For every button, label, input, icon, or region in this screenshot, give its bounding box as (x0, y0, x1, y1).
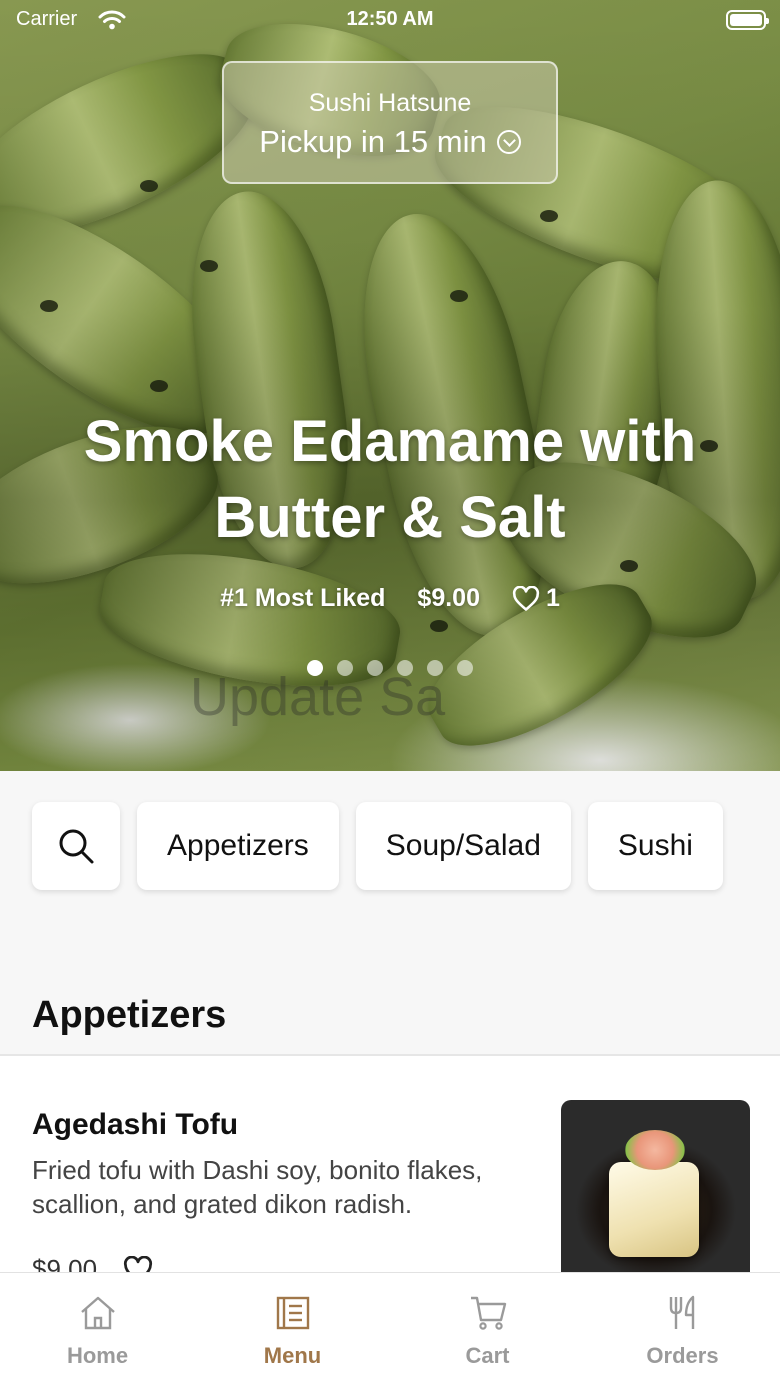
category-chip-soup-salad[interactable]: Soup/Salad (355, 802, 571, 890)
pickup-time-row: Pickup in 15 min (224, 124, 556, 160)
tab-menu[interactable]: Menu (195, 1273, 390, 1387)
category-bar: Appetizers Soup/Salad Sushi (32, 802, 723, 890)
tab-label: Orders (646, 1343, 719, 1368)
restaurant-name: Sushi Hatsune (308, 89, 472, 117)
tab-label: Menu (263, 1343, 322, 1368)
battery-icon (726, 10, 769, 30)
tab-label: Cart (465, 1343, 510, 1368)
menu-item-name: Agedashi Tofu (32, 1108, 239, 1141)
pickup-time: Pickup in 15 min (259, 124, 487, 159)
utensils-icon (669, 1295, 694, 1329)
menu-item-image (561, 1100, 750, 1290)
tab-home[interactable]: Home (0, 1273, 195, 1387)
home-icon (80, 1296, 115, 1330)
heart-icon (512, 585, 540, 611)
status-bar: Carrier 12:50 AM (0, 0, 780, 40)
carousel-dot[interactable] (397, 660, 413, 676)
tab-orders[interactable]: Orders (585, 1273, 780, 1387)
chevron-down-circle-icon (496, 130, 521, 154)
hero-title: Smoke Edamame with Butter & Salt (83, 409, 697, 550)
hero-meta: #1 Most Liked $9.00 1 (0, 584, 780, 613)
tab-bar: Home Menu Cart Orders (0, 1272, 780, 1387)
search-icon (59, 829, 94, 864)
category-chip-sushi[interactable]: Sushi (587, 802, 723, 890)
tab-label: Home (66, 1343, 129, 1368)
carousel-dot[interactable] (427, 660, 443, 676)
pickup-selector[interactable]: Sushi Hatsune Pickup in 15 min (222, 61, 558, 184)
hero-likes-count: 1 (545, 584, 560, 612)
status-time: 12:50 AM (346, 8, 434, 30)
carousel-dot[interactable] (367, 660, 383, 676)
menu-icon (276, 1296, 309, 1330)
hero-price: $9.00 (417, 584, 480, 612)
most-liked-badge: #1 Most Liked (220, 584, 386, 612)
section-title: Appetizers (32, 994, 227, 1036)
menu-item-description: Fried tofu with Dashi soy, bonito flakes… (32, 1155, 483, 1219)
carousel-dot[interactable] (337, 660, 353, 676)
hero-likes[interactable]: 1 (512, 584, 560, 613)
search-button[interactable] (32, 802, 120, 890)
carousel-dot[interactable] (457, 660, 473, 676)
carousel-dots[interactable] (0, 660, 780, 676)
category-chip-appetizers[interactable]: Appetizers (137, 802, 339, 890)
cart-icon (470, 1296, 506, 1330)
carousel-dot[interactable] (307, 660, 323, 676)
tab-cart[interactable]: Cart (390, 1273, 585, 1387)
menu-item[interactable]: Agedashi Tofu Fried tofu with Dashi soy,… (0, 1056, 780, 1296)
